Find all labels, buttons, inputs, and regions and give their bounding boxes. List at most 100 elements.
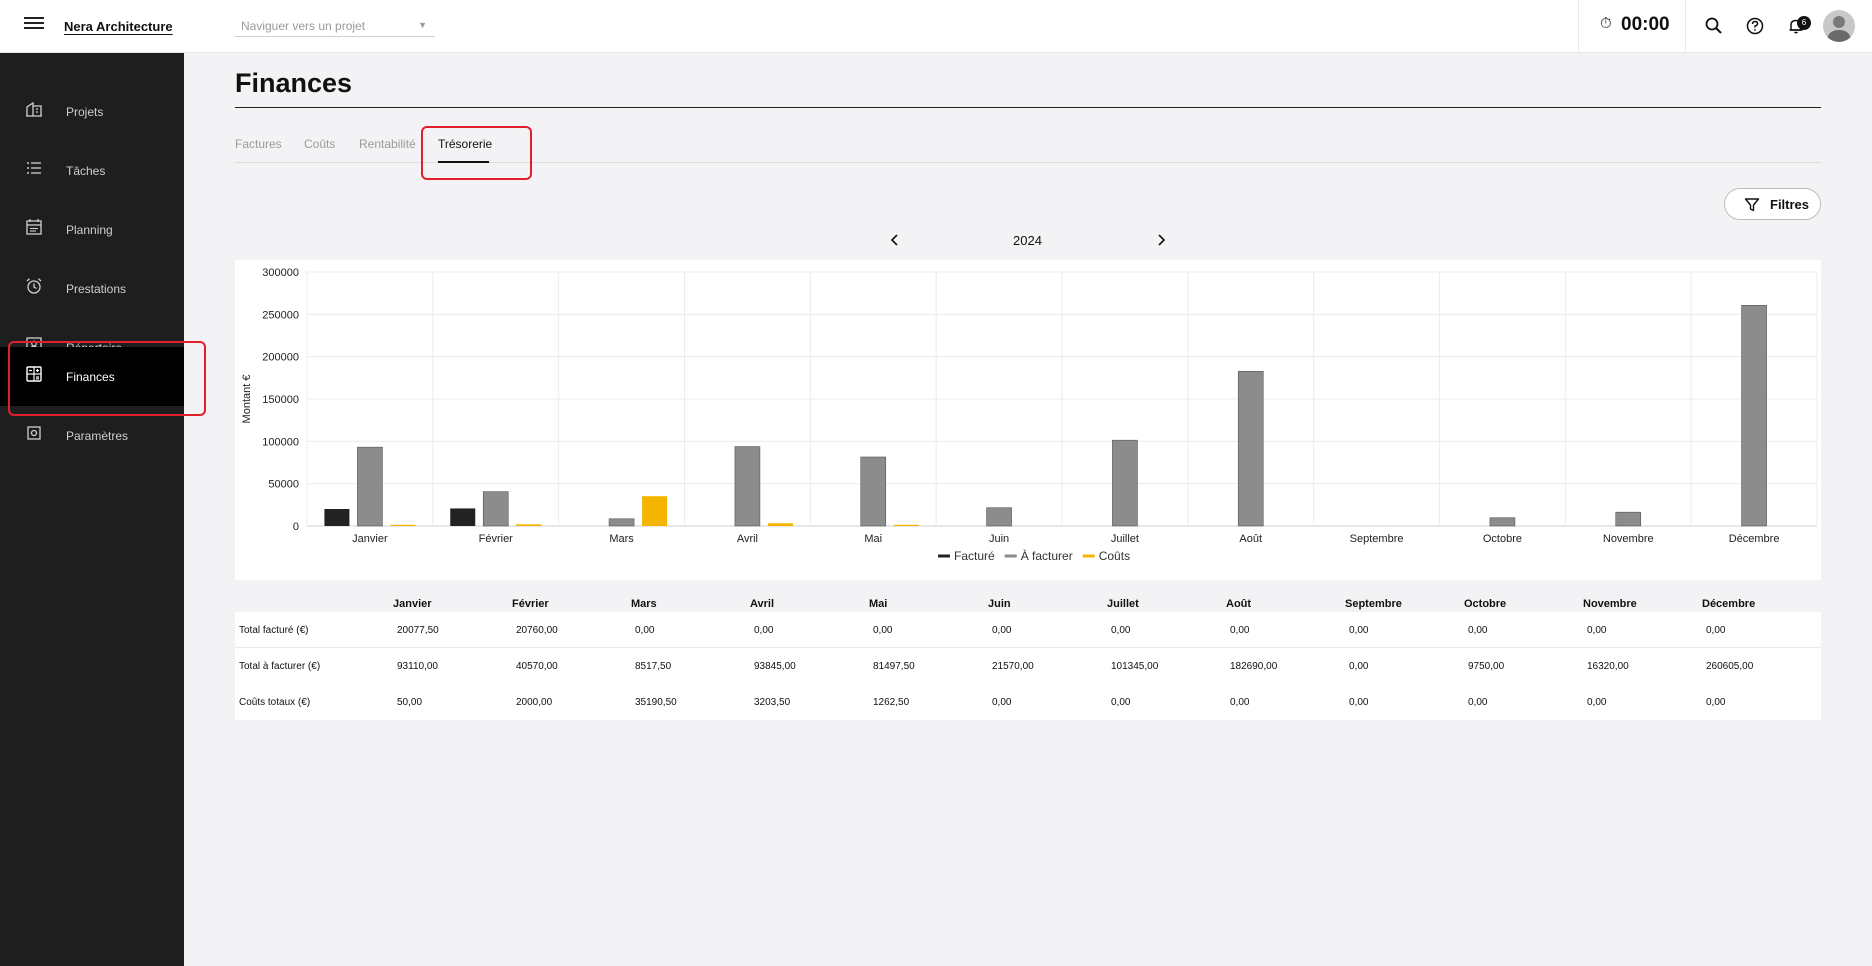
bar-co-ts-mars xyxy=(642,496,668,526)
sidebar-item-taches[interactable]: Tâches xyxy=(0,141,184,200)
y-tick-label: 50000 xyxy=(268,479,299,491)
chevron-down-icon: ▼ xyxy=(418,20,427,30)
y-tick-label: 250000 xyxy=(262,309,299,321)
tab-rentabilite[interactable]: Rentabilité xyxy=(359,137,416,151)
bar--facturer-octobre xyxy=(1489,517,1516,527)
table-cell: 101345,00 xyxy=(1111,661,1159,672)
table-cell: 3203,50 xyxy=(754,697,791,708)
project-navigator-select[interactable]: Naviguer vers un projet ▼ xyxy=(235,14,435,37)
x-tick-label: Mars xyxy=(609,533,634,545)
table-cell: 81497,50 xyxy=(873,661,915,672)
table-column-header: Mai xyxy=(869,598,888,610)
list-icon xyxy=(27,162,41,174)
bar-co-ts-février xyxy=(516,524,542,526)
table-cell: 0,00 xyxy=(635,625,655,636)
table-column-header: Mars xyxy=(631,598,657,610)
table-cell: 0,00 xyxy=(992,697,1012,708)
cashflow-table: Janvier Février Mars Avril Mai Juin Juillet Aoû… xyxy=(235,590,1821,720)
table-cell: 35190,50 xyxy=(635,697,677,708)
sidebar: Projets Tâches Planning Prestations Fina… xyxy=(0,53,184,966)
timer-value: 00:00 xyxy=(1621,14,1670,35)
table-cell: 0,00 xyxy=(1468,625,1488,636)
menu-icon[interactable] xyxy=(24,14,44,34)
y-tick-label: 300000 xyxy=(262,267,299,279)
bar--facturer-novembre xyxy=(1615,511,1642,527)
table-cell: 50,00 xyxy=(397,697,423,708)
cashflow-chart-svg: 0 50000 100000 150000 200000 250000 300000 Mont… xyxy=(241,267,1818,563)
sidebar-item-planning[interactable]: Planning xyxy=(0,200,184,259)
x-tick-label: Janvier xyxy=(352,533,388,545)
bar-co-ts-janvier xyxy=(390,524,416,526)
avatar[interactable] xyxy=(1823,10,1855,42)
legend-label: Coûts xyxy=(1099,549,1130,563)
table-cell: 1262,50 xyxy=(873,697,910,708)
table-column-header: Avril xyxy=(750,598,775,610)
table-column-header: Janvier xyxy=(393,598,432,610)
tab-factures[interactable]: Factures xyxy=(235,137,282,151)
bar--facturer-mai xyxy=(860,456,887,527)
settings-icon xyxy=(27,426,41,440)
y-tick-label: 150000 xyxy=(262,394,299,406)
finances-highlight-box xyxy=(8,341,206,416)
table-cell: 20077,50 xyxy=(397,625,439,636)
year-label: 2024 xyxy=(1013,233,1042,248)
sidebar-item-label: Planning xyxy=(66,223,113,237)
table-cell: 21570,00 xyxy=(992,661,1034,672)
table-row-label: Total à facturer (€) xyxy=(239,661,321,672)
table-row: Total facturé (€) 20077,50 20760,00 0,00 0,0… xyxy=(235,612,1821,648)
sidebar-item-label: Prestations xyxy=(66,282,127,296)
bar--facturer-avril xyxy=(734,446,761,527)
y-tick-label: 100000 xyxy=(262,436,299,448)
sidebar-item-projets[interactable]: Projets xyxy=(0,82,184,141)
x-tick-label: Août xyxy=(1239,533,1262,545)
table-cell: 93845,00 xyxy=(754,661,796,672)
table-header: Janvier Février Mars Avril Mai Juin Juillet Aoû… xyxy=(235,590,1821,612)
bar-co-ts-avril xyxy=(767,523,793,526)
filters-button[interactable]: Filtres xyxy=(1724,188,1821,220)
table-column-header: Février xyxy=(512,598,549,610)
bar-factur--janvier xyxy=(324,509,350,526)
table-column-header: Décembre xyxy=(1702,598,1756,610)
legend-label: Facturé xyxy=(954,549,995,563)
brand-logo[interactable]: Nera Architecture xyxy=(64,19,173,34)
stopwatch-icon: ⏱ xyxy=(1600,15,1612,32)
x-tick-label: Mai xyxy=(864,533,882,545)
table-cell: 8517,50 xyxy=(635,661,672,672)
x-tick-label: Avril xyxy=(737,533,758,545)
top-bar: Nera Architecture Naviguer vers un proje… xyxy=(0,0,1872,53)
alarm-clock-icon xyxy=(26,278,42,294)
table-row-label: Total facturé (€) xyxy=(239,625,309,636)
table-cell: 260605,00 xyxy=(1706,661,1754,672)
table-cell: 0,00 xyxy=(1706,697,1726,708)
help-icon[interactable] xyxy=(1745,16,1765,36)
tab-couts[interactable]: Coûts xyxy=(304,137,335,151)
x-tick-label: Septembre xyxy=(1350,533,1404,545)
project-navigator-placeholder: Naviguer vers un projet xyxy=(241,19,366,33)
x-tick-label: Février xyxy=(479,533,514,545)
table-cell: 0,00 xyxy=(1111,625,1131,636)
table-cell: 93110,00 xyxy=(397,661,438,672)
sidebar-item-prestations[interactable]: Prestations xyxy=(0,259,184,318)
table-row-label: Coûts totaux (€) xyxy=(239,697,311,708)
y-tick-label: 0 xyxy=(293,521,299,533)
table-cell: 0,00 xyxy=(1349,625,1369,636)
bar--facturer-juin xyxy=(986,507,1012,527)
table-cell: 40570,00 xyxy=(516,661,558,672)
bar--facturer-décembre xyxy=(1741,305,1767,527)
table-column-header: Octobre xyxy=(1464,598,1507,610)
table-cell: 9750,00 xyxy=(1468,661,1505,672)
table-cell: 2000,00 xyxy=(516,697,553,708)
table-cell: 0,00 xyxy=(1230,697,1250,708)
x-tick-label: Juin xyxy=(989,533,1009,545)
table-column-header: Juillet xyxy=(1107,598,1139,610)
timer-button[interactable]: ⏱ 00:00 xyxy=(1578,0,1686,52)
table-column-header: Août xyxy=(1226,598,1252,610)
table-cell: 0,00 xyxy=(1349,697,1369,708)
tresorerie-highlight-box xyxy=(421,126,532,180)
table-cell: 20760,00 xyxy=(516,625,558,636)
chevron-left-icon[interactable] xyxy=(888,231,902,249)
x-tick-label: Juillet xyxy=(1111,533,1139,545)
table-cell: 0,00 xyxy=(754,625,774,636)
search-icon[interactable] xyxy=(1704,16,1724,36)
chevron-right-icon[interactable] xyxy=(1154,231,1168,249)
